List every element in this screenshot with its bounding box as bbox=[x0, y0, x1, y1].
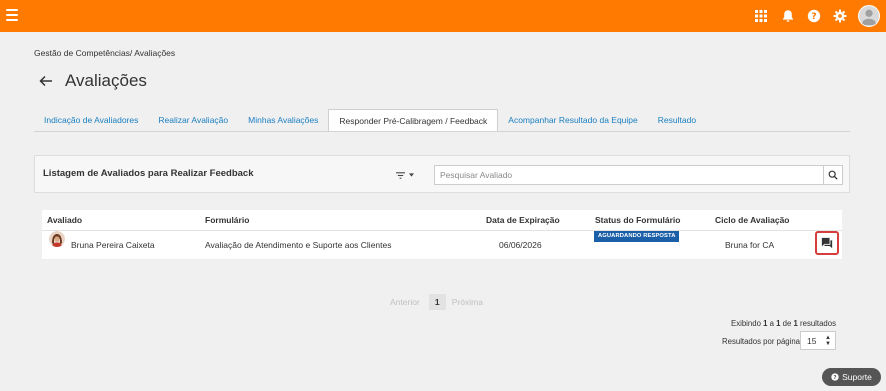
svg-text:?: ? bbox=[833, 375, 836, 381]
user-avatar[interactable] bbox=[858, 5, 880, 27]
svg-text:?: ? bbox=[811, 12, 816, 22]
select-arrows-icon: ▲ ▼ bbox=[825, 335, 831, 347]
listing-title: Listagem de Avaliados para Realizar Feed… bbox=[43, 168, 254, 179]
pagination: Anterior 1 Próxima bbox=[390, 294, 483, 310]
filter-icon bbox=[396, 171, 405, 179]
avaliado-name: Bruna Pereira Caixeta bbox=[71, 240, 155, 250]
help-icon[interactable]: ? bbox=[806, 8, 822, 24]
column-header-ciclo[interactable]: Ciclo de Avaliação bbox=[715, 210, 789, 231]
table-row: Bruna Pereira Caixeta Avaliação de Atend… bbox=[42, 231, 842, 260]
tab-minhas-avaliacoes[interactable]: Minhas Avaliações bbox=[238, 109, 328, 132]
support-label: Suporte bbox=[842, 372, 872, 382]
search-button[interactable] bbox=[823, 165, 843, 185]
listing-panel: Listagem de Avaliados para Realizar Feed… bbox=[34, 155, 850, 193]
chat-icon bbox=[821, 237, 833, 249]
page-title: Avaliações bbox=[65, 71, 147, 90]
tab-bar: Indicação de Avaliadores Realizar Avalia… bbox=[34, 109, 706, 132]
column-header-avaliado[interactable]: Avaliado bbox=[47, 210, 82, 231]
results-from: 1 bbox=[763, 319, 768, 328]
results-prefix: Exibindo bbox=[731, 319, 761, 328]
per-page-select[interactable]: 15 ▲ ▼ bbox=[800, 331, 836, 350]
results-of: de bbox=[782, 319, 792, 328]
column-header-status[interactable]: Status do Formulário bbox=[595, 210, 680, 231]
breadcrumb-item-avaliacoes[interactable]: Avaliações bbox=[134, 48, 175, 58]
tab-indicacao-avaliadores[interactable]: Indicação de Avaliadores bbox=[34, 109, 148, 132]
filter-button[interactable] bbox=[395, 168, 419, 182]
search-icon bbox=[828, 170, 838, 180]
feedback-button[interactable] bbox=[815, 231, 839, 255]
results-summary: Exibindo 1 a 1 de 1 resultados bbox=[731, 319, 836, 328]
pagination-previous[interactable]: Anterior bbox=[390, 297, 420, 307]
column-header-data-expiracao[interactable]: Data de Expiração bbox=[486, 210, 560, 231]
back-arrow-icon[interactable] bbox=[38, 73, 54, 89]
avaliado-avatar bbox=[49, 231, 65, 247]
per-page-value: 15 bbox=[807, 335, 817, 346]
formulario-name: Avaliação de Atendimento e Suporte aos C… bbox=[205, 240, 392, 250]
tab-resultado[interactable]: Resultado bbox=[648, 109, 706, 132]
breadcrumb-separator: / bbox=[129, 48, 133, 58]
tabs-divider bbox=[34, 131, 850, 132]
results-mid: a bbox=[769, 319, 774, 328]
help-icon: ? bbox=[831, 373, 839, 381]
breadcrumb-item-gestao[interactable]: Gestão de Competências bbox=[34, 48, 130, 58]
breadcrumb: Gestão de Competências/ Avaliações bbox=[34, 48, 175, 58]
tab-responder-feedback[interactable]: Responder Pré-Calibragem / Feedback bbox=[328, 109, 499, 132]
column-header-formulario[interactable]: Formulário bbox=[205, 210, 249, 231]
apps-grid-icon[interactable] bbox=[753, 8, 769, 24]
evaluations-table: Avaliado Formulário Data de Expiração St… bbox=[42, 210, 842, 260]
status-badge: AGUARDANDO RESPOSTA bbox=[594, 231, 680, 242]
support-button[interactable]: ? Suporte bbox=[822, 368, 881, 386]
search-input[interactable] bbox=[434, 165, 824, 185]
pagination-page-current[interactable]: 1 bbox=[428, 294, 446, 310]
ciclo-name: Bruna for CA bbox=[725, 240, 775, 250]
pagination-next[interactable]: Próxima bbox=[452, 297, 483, 307]
top-bar: ? bbox=[0, 0, 886, 32]
tab-acompanhar-resultado[interactable]: Acompanhar Resultado da Equipe bbox=[498, 109, 647, 132]
gear-icon[interactable] bbox=[832, 8, 848, 24]
table-header: Avaliado Formulário Data de Expiração St… bbox=[42, 210, 842, 231]
tab-realizar-avaliacao[interactable]: Realizar Avaliação bbox=[148, 109, 238, 132]
results-suffix: resultados bbox=[800, 319, 836, 328]
expiration-date: 06/06/2026 bbox=[499, 240, 542, 250]
per-page-label: Resultados por página bbox=[722, 337, 801, 346]
chevron-down-icon bbox=[409, 173, 414, 177]
results-to: 1 bbox=[776, 319, 781, 328]
bell-icon[interactable] bbox=[780, 8, 796, 24]
results-total: 1 bbox=[793, 319, 798, 328]
menu-icon[interactable] bbox=[6, 9, 18, 21]
